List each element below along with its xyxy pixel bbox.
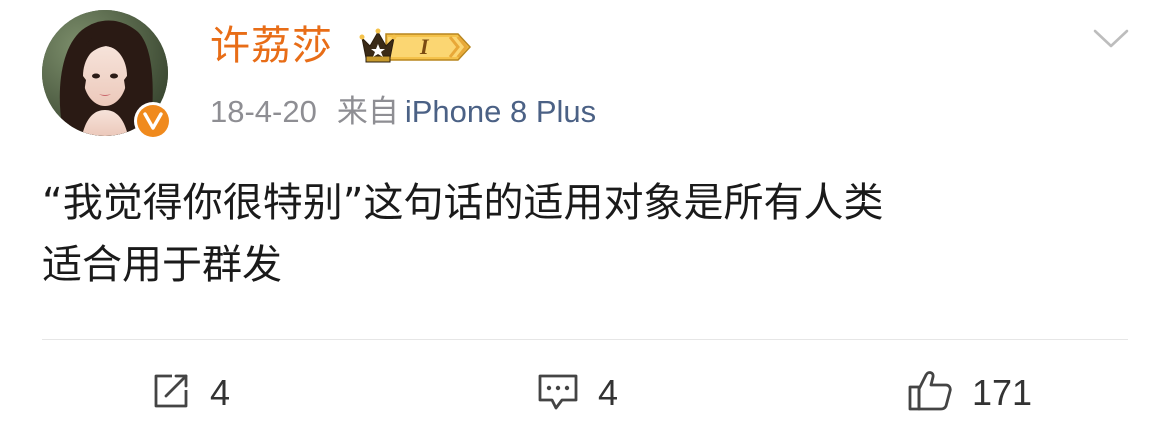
post-content: “我觉得你很特别”这句话的适用对象是所有人类 适合用于群发 [42, 172, 1132, 296]
crown-member-icon[interactable]: I [358, 24, 474, 70]
repost-button[interactable]: 4 [150, 368, 230, 418]
chevron-down-icon[interactable] [1092, 26, 1130, 52]
post-content-line-1: “我觉得你很特别”这句话的适用对象是所有人类 [42, 180, 884, 226]
source-device[interactable]: iPhone 8 Plus [405, 94, 596, 129]
username[interactable]: 许荔莎 [210, 20, 333, 72]
comment-count: 4 [598, 372, 619, 413]
divider [42, 339, 1128, 340]
post-meta: 18-4-20 来自 iPhone 8 Plus [210, 90, 596, 134]
source-label: 来自 [336, 94, 399, 130]
repost-icon [150, 370, 192, 416]
post-timestamp: 18-4-20 [210, 94, 317, 129]
thumbs-up-icon [906, 367, 954, 419]
repost-count: 4 [210, 372, 231, 413]
comment-button[interactable]: 4 [536, 368, 618, 418]
verified-v-icon [134, 102, 172, 140]
weibo-post-card: 许荔莎 I 18-4-20 来自 iPhone 8 Plus “我觉得你很特别”… [0, 0, 1170, 436]
like-count: 171 [972, 372, 1033, 413]
member-level-label: I [420, 34, 429, 59]
comment-icon [536, 370, 580, 416]
post-content-line-2: 适合用于群发 [42, 242, 282, 288]
avatar[interactable] [42, 10, 172, 140]
like-button[interactable]: 171 [906, 368, 1032, 418]
